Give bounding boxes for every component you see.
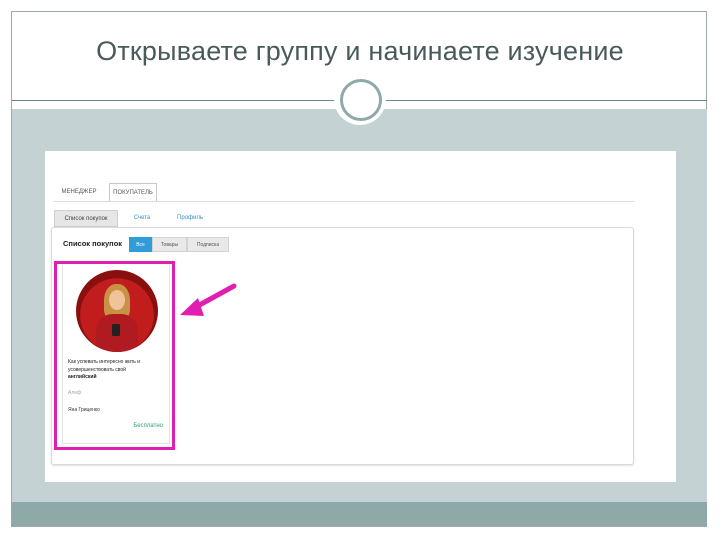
tab-purchase-list[interactable]: Список покупок — [54, 210, 118, 227]
filter-all-button[interactable]: Все — [129, 237, 152, 252]
bottom-accent-bar — [12, 502, 707, 526]
tab-profile[interactable]: Профиль — [166, 210, 214, 227]
tab-buyer[interactable]: ПОКУПАТЕЛЬ — [109, 183, 157, 201]
filter-products-button[interactable]: Товары — [152, 237, 187, 252]
tab-manager[interactable]: МЕНЕДЖЕР — [54, 183, 104, 201]
pointer-arrow-icon — [180, 283, 237, 316]
filter-subscription-button[interactable]: Подписка — [187, 237, 229, 252]
tab-invoices[interactable]: Счета — [122, 210, 162, 227]
ring-ornament-inner-icon — [340, 79, 382, 121]
role-tabs-divider — [54, 201, 634, 202]
purchase-list-heading: Список покупок — [63, 239, 123, 248]
highlight-frame — [54, 261, 175, 450]
slide-title: Открываете группу и начинаете изучение — [96, 36, 624, 66]
